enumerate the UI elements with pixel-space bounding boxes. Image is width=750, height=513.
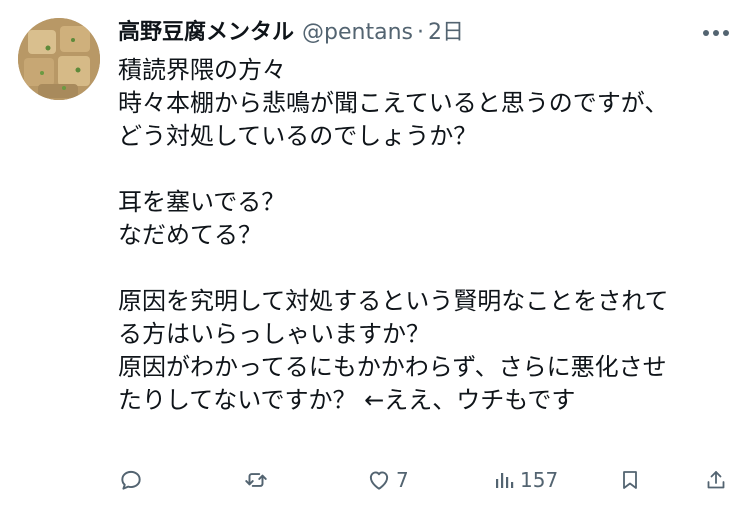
tweet-header: 高野豆腐メンタル @pentans · 2日 — [118, 18, 464, 48]
tweet-line: なだめてる？ — [118, 221, 262, 249]
tweet-line: 時々本棚から悲鳴が聞こえていると思うのですが、 — [118, 89, 669, 117]
more-dots-icon — [703, 30, 729, 36]
like-count: 7 — [396, 468, 409, 492]
reply-icon — [121, 470, 141, 490]
views-button[interactable]: 157 — [492, 462, 558, 498]
retweet-button[interactable] — [242, 462, 270, 498]
tweet-line: たりしてないですか？ ←ええ、ウチもです — [118, 386, 576, 414]
share-icon — [707, 471, 725, 489]
tweet-text: 積読界隈の方々 時々本棚から悲鳴が聞こえていると思うのですが、 どう対処している… — [118, 54, 738, 417]
tweet-line — [118, 252, 738, 285]
heart-icon — [369, 471, 389, 490]
bookmark-button[interactable] — [618, 462, 642, 498]
like-button[interactable]: 7 — [366, 462, 409, 498]
reply-button[interactable] — [118, 462, 144, 498]
tweet-line: 積読界隈の方々 — [118, 56, 286, 84]
timestamp[interactable]: 2日 — [428, 18, 464, 48]
retweet-icon — [245, 473, 267, 487]
tweet-line — [118, 153, 738, 186]
tweet-actions: 7 157 — [118, 462, 738, 498]
tofu-avatar-image — [18, 18, 100, 100]
share-button[interactable] — [704, 462, 728, 498]
display-name[interactable]: 高野豆腐メンタル — [118, 18, 294, 48]
avatar[interactable] — [18, 18, 100, 100]
views-count: 157 — [520, 468, 559, 492]
user-handle[interactable]: @pentans — [302, 18, 413, 48]
tweet-line: 原因を究明して対処するという賢明なことをされて — [118, 287, 669, 315]
tweet-line: る方はいらっしゃいますか？ — [118, 320, 430, 348]
more-options-button[interactable] — [700, 20, 732, 46]
tweet-line: どう対処しているのでしょうか？ — [118, 122, 478, 150]
tweet-line: 耳を塞いでる？ — [118, 188, 286, 216]
views-chart-icon — [496, 473, 514, 488]
separator: · — [416, 20, 424, 45]
tweet-line: 原因がわかってるにもかかわらず、さらに悪化させ — [118, 353, 667, 381]
bookmark-icon — [623, 471, 637, 489]
